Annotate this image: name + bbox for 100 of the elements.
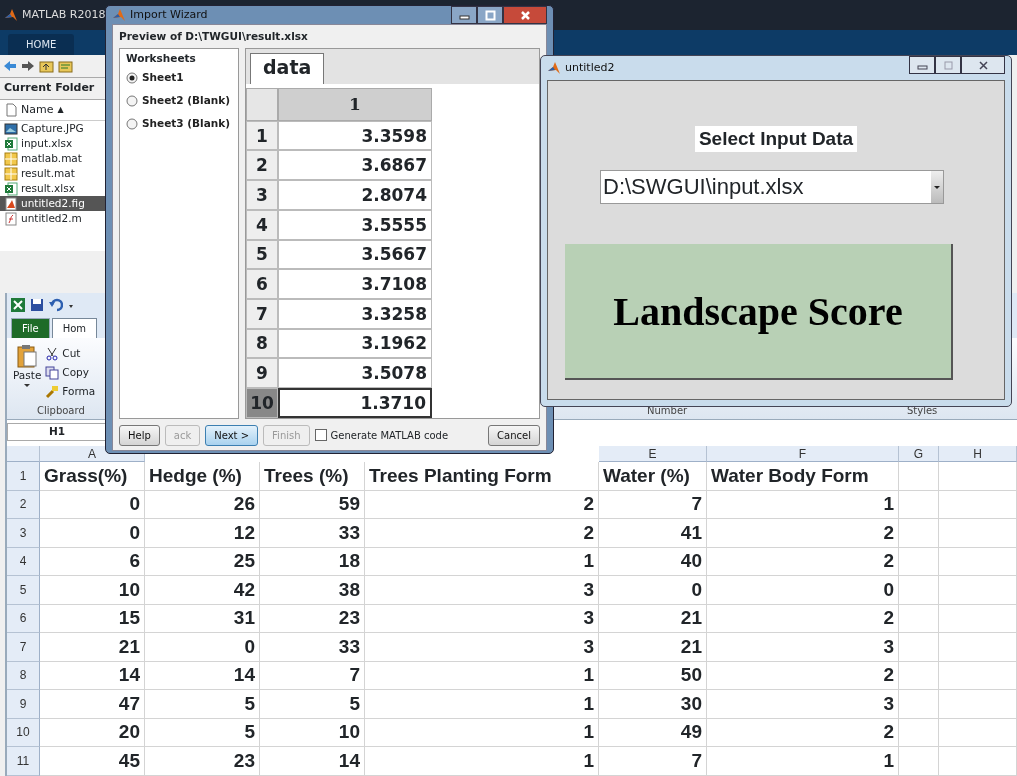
copy-button[interactable]: Copy: [62, 364, 89, 381]
table-cell: 14: [260, 747, 365, 776]
radio-label[interactable]: Sheet2 (Blank): [142, 93, 230, 109]
table-cell: 3: [365, 604, 599, 633]
row-header[interactable]: 5: [7, 576, 40, 605]
file-item[interactable]: input.xlsx: [0, 136, 105, 151]
close-button[interactable]: [961, 56, 1005, 74]
table-cell[interactable]: 3.3598: [278, 120, 432, 151]
sheet-tab[interactable]: data: [250, 52, 325, 84]
ribbon-tab[interactable]: Hom: [51, 318, 98, 338]
radio-label[interactable]: Sheet3 (Blank): [142, 116, 230, 132]
sort-indicator[interactable]: ▲: [57, 103, 64, 116]
preview-path: Preview of D:\TWGUI\result.xlsx: [119, 29, 309, 44]
table-cell: 42: [145, 576, 260, 605]
row-header[interactable]: 8: [246, 328, 278, 359]
table-cell[interactable]: 1.3710: [278, 387, 432, 418]
spreadsheet-file-icon: [4, 136, 18, 151]
row-header[interactable]: 11: [7, 747, 40, 776]
row-header[interactable]: 10: [246, 387, 278, 418]
column-header: 1: [278, 87, 432, 121]
table-cell[interactable]: 2.8074: [278, 180, 432, 210]
cancel-button[interactable]: Cancel: [488, 424, 540, 446]
row-header[interactable]: 2: [246, 150, 278, 181]
document-file-icon: [4, 211, 18, 226]
file-item[interactable]: untitled2.fig: [0, 196, 105, 211]
table-cell[interactable]: 3.7108: [278, 269, 432, 299]
file-item[interactable]: matlab.mat: [0, 151, 105, 166]
row-header[interactable]: 9: [7, 690, 40, 719]
row-header[interactable]: 1: [246, 120, 278, 151]
dropdown[interactable]: D:\SWGUI\input.xlsx: [600, 170, 944, 204]
close-button[interactable]: [503, 6, 547, 24]
table-cell: 21: [599, 633, 707, 662]
back-arrow-icon: [3, 60, 17, 72]
excel-logo-icon: [11, 297, 25, 312]
table-cell[interactable]: 3.6867: [278, 150, 432, 181]
row-header[interactable]: 1: [7, 462, 40, 491]
row-header[interactable]: 6: [246, 269, 278, 299]
row-header[interactable]: 8: [7, 661, 40, 690]
name-box[interactable]: H1: [7, 423, 107, 441]
table-cell: 1: [365, 547, 599, 576]
row-header[interactable]: 5: [246, 239, 278, 270]
row-header[interactable]: 4: [7, 547, 40, 576]
dialog-button[interactable]: Help: [119, 424, 160, 446]
radio-button[interactable]: [126, 72, 138, 84]
paintbrush-icon: [45, 384, 60, 399]
minimize-button[interactable]: [451, 6, 477, 24]
column-header[interactable]: G: [899, 446, 939, 462]
column-header[interactable]: H: [939, 446, 1017, 462]
browse-folder-icon: [58, 59, 73, 73]
table-cell[interactable]: 3.5555: [278, 209, 432, 240]
table-cell[interactable]: 3.3258: [278, 298, 432, 329]
document-file-icon: [4, 196, 18, 211]
table-cell[interactable]: 3.5667: [278, 239, 432, 270]
column-header[interactable]: E: [599, 446, 707, 462]
radio-button[interactable]: [126, 95, 138, 107]
table-cell: 7: [599, 490, 707, 519]
table-cell: 20: [40, 718, 145, 747]
table-corner: [246, 87, 278, 121]
table-cell[interactable]: 3.5078: [278, 358, 432, 388]
row-header[interactable]: 10: [7, 718, 40, 747]
row-header[interactable]: 3: [7, 519, 40, 548]
row-header[interactable]: 4: [246, 209, 278, 240]
format-painter-button[interactable]: Forma: [62, 383, 96, 400]
minimize-button[interactable]: [909, 56, 935, 74]
file-item[interactable]: result.xlsx: [0, 181, 105, 196]
file-name: result.mat: [21, 165, 75, 181]
table-cell: 7: [599, 747, 707, 776]
radio-label[interactable]: Sheet1: [142, 70, 184, 86]
checkbox-label[interactable]: Generate MATLAB code: [330, 427, 449, 443]
empty-cell: [899, 747, 939, 776]
caret-icon: [24, 383, 31, 388]
table-cell: 7: [260, 661, 365, 690]
row-header[interactable]: 2: [7, 490, 40, 519]
table-cell[interactable]: 3.1962: [278, 328, 432, 359]
file-name: untitled2.m: [21, 210, 82, 226]
landscape-score-button[interactable]: Landscape Score: [565, 244, 953, 380]
radio-button[interactable]: [126, 118, 138, 130]
ribbon-tab[interactable]: File: [11, 318, 50, 338]
table-cell: 0: [599, 576, 707, 605]
table-cell: 5: [145, 718, 260, 747]
column-header[interactable]: Name: [21, 101, 54, 118]
table-cell: 50: [599, 661, 707, 690]
file-item[interactable]: result.mat: [0, 166, 105, 181]
row-header[interactable]: 3: [246, 180, 278, 210]
checkbox[interactable]: [314, 429, 327, 442]
row-header[interactable]: 6: [7, 604, 40, 633]
column-header[interactable]: F: [707, 446, 899, 462]
dialog-button[interactable]: Next >: [205, 424, 259, 446]
cut-button[interactable]: Cut: [62, 345, 81, 362]
group-label: Clipboard: [37, 404, 85, 418]
row-header[interactable]: 7: [246, 298, 278, 329]
maximize-button[interactable]: [935, 56, 961, 74]
file-item[interactable]: untitled2.m: [0, 211, 105, 226]
maximize-button[interactable]: [477, 6, 503, 24]
row-header[interactable]: 7: [7, 633, 40, 662]
paste-button[interactable]: Paste: [13, 368, 42, 384]
file-item[interactable]: Capture.JPG: [0, 121, 105, 136]
ribbon-tab[interactable]: HOME: [8, 34, 75, 55]
close-icon: [519, 9, 531, 21]
row-header[interactable]: 9: [246, 358, 278, 388]
